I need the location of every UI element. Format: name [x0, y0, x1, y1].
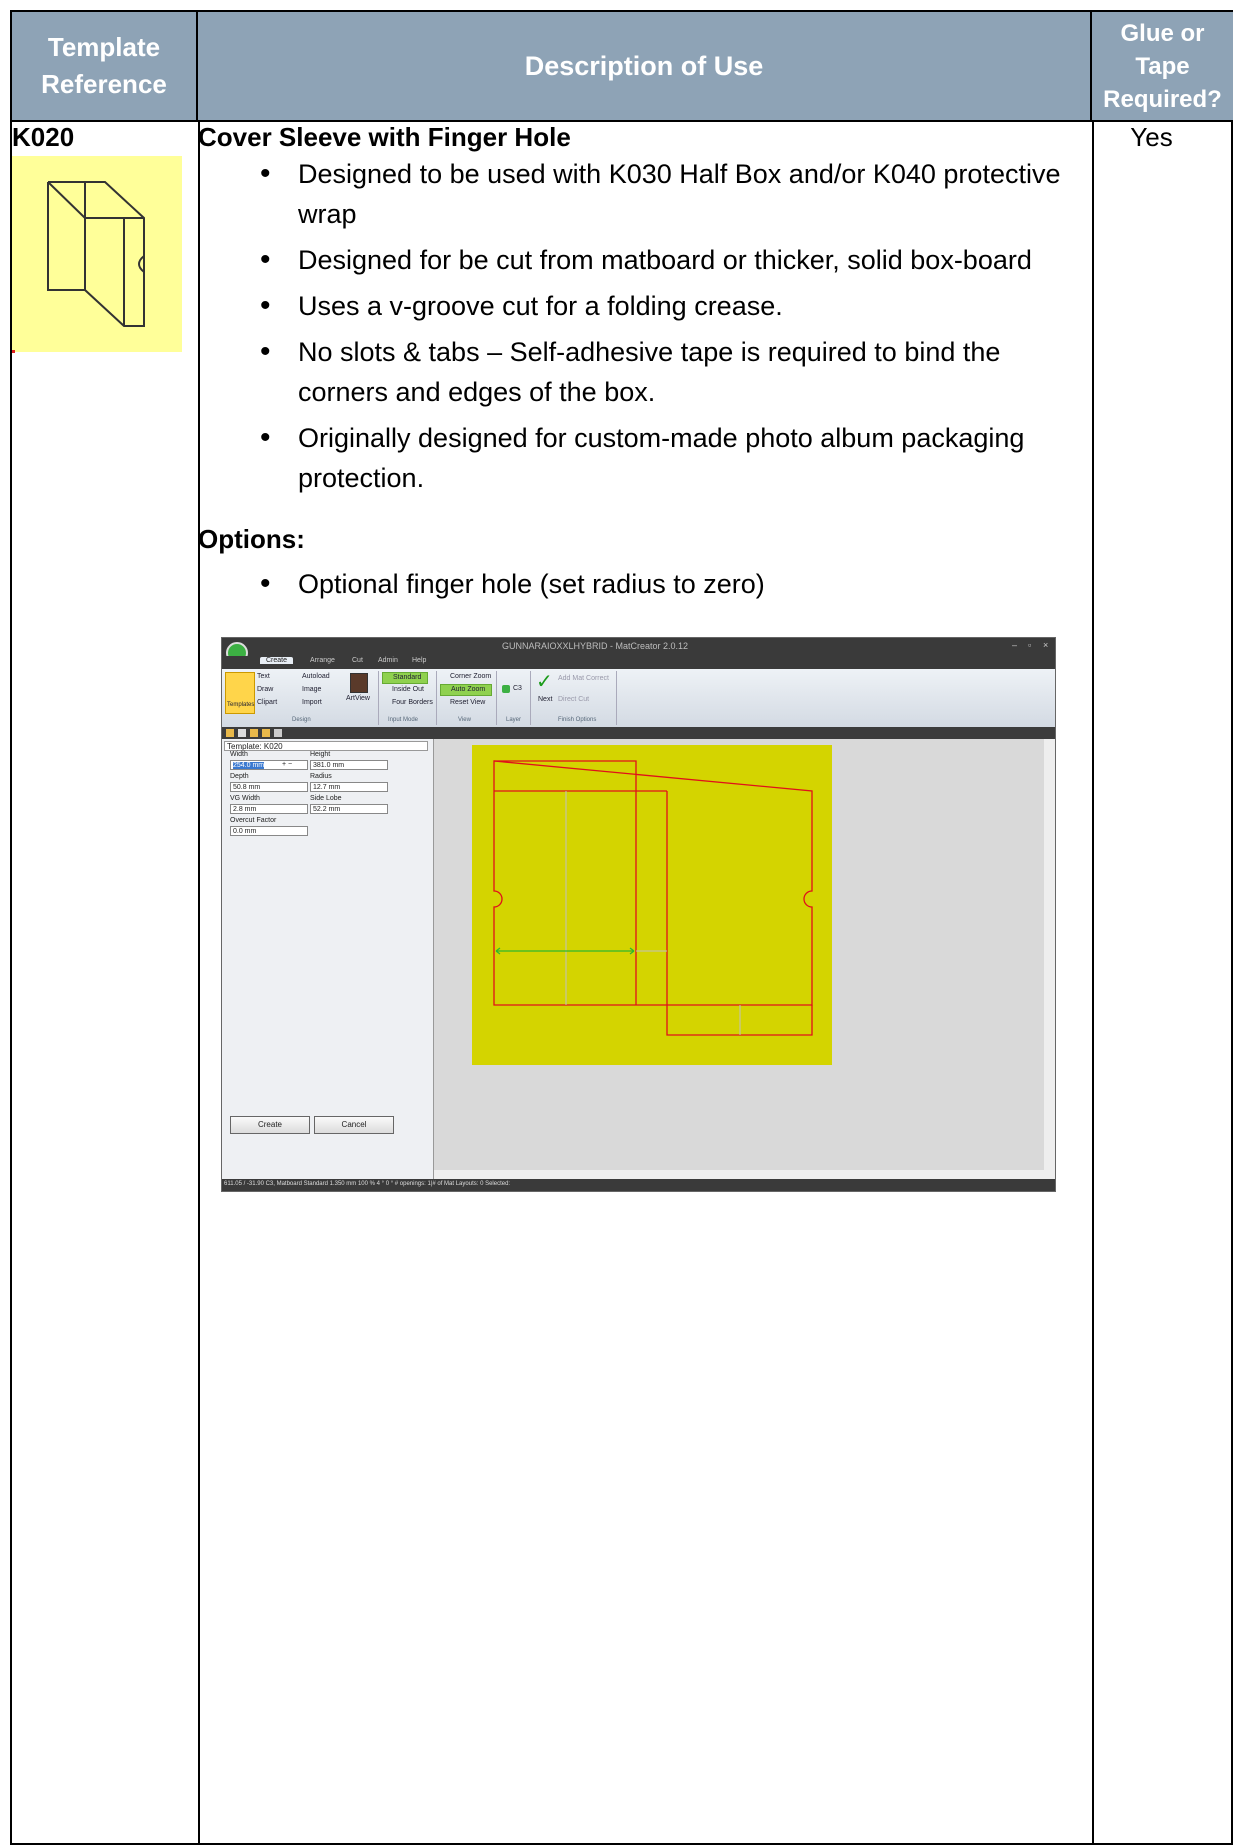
minimize-icon[interactable]: – — [1012, 640, 1017, 650]
list-item: Optional finger hole (set radius to zero… — [200, 564, 1080, 604]
red-mark — [12, 350, 15, 353]
depth-field[interactable]: 50.8 mm — [230, 782, 308, 792]
divider — [616, 671, 617, 725]
options-bullets: Optional finger hole (set radius to zero… — [200, 550, 1080, 604]
reset-view-button[interactable]: Reset View — [450, 699, 485, 706]
tool-icon[interactable] — [226, 729, 234, 737]
templates-button[interactable]: Templates — [225, 672, 255, 714]
height-field[interactable]: 381.0 mm — [310, 760, 388, 770]
design-canvas[interactable] — [434, 739, 1044, 1179]
draw-button[interactable]: Draw — [257, 686, 273, 693]
header-glue-or-tape: Glue or Tape Required? — [1092, 12, 1233, 120]
template-properties-panel: Template: K020 Width 254.0 mm + − Height… — [222, 739, 434, 1179]
tab-help[interactable]: Help — [412, 657, 426, 664]
height-label: Height — [310, 751, 331, 758]
tool-icon[interactable] — [274, 729, 282, 737]
list-item: Designed for be cut from matboard or thi… — [200, 240, 1080, 280]
inside-out-button[interactable]: Inside Out — [392, 686, 424, 693]
glue-required-value: Yes — [1130, 122, 1173, 152]
template-reference: K020 — [12, 122, 75, 152]
ribbon: Templates Text Autoload Draw Image Clipa… — [222, 669, 1055, 728]
artview-icon[interactable] — [350, 673, 368, 693]
group-input-mode: Input Mode — [388, 717, 419, 723]
vertical-scrollbar[interactable] — [1044, 739, 1055, 1179]
overcut-field[interactable]: 0.0 mm — [230, 826, 308, 836]
app-title-bar: GUNNARAIOXXLHYBRID - MatCreator 2.0.12 –… — [222, 638, 1055, 656]
next-button[interactable]: Next — [538, 696, 552, 703]
matboard — [472, 745, 832, 1065]
clipart-button[interactable]: Clipart — [257, 699, 277, 706]
description-title: Cover Sleeve with Finger Hole — [198, 122, 571, 152]
stepper-icon[interactable]: + − — [282, 761, 292, 768]
side-lobe-label: Side Lobe — [310, 795, 342, 802]
side-lobe-field[interactable]: 52.2 mm — [310, 804, 388, 814]
close-icon[interactable]: × — [1043, 640, 1048, 650]
tool-icon[interactable] — [262, 729, 270, 737]
radius-label: Radius — [310, 773, 332, 780]
maximize-icon[interactable]: ▫ — [1028, 640, 1031, 650]
depth-label: Depth — [230, 773, 249, 780]
description-bullets: Designed to be used with K030 Half Box a… — [200, 150, 1080, 504]
width-field[interactable]: 254.0 mm — [230, 760, 308, 770]
list-item: No slots & tabs – Self-adhesive tape is … — [200, 332, 1080, 412]
layer-select[interactable]: C3 — [513, 685, 522, 692]
header-divider — [12, 120, 1233, 122]
artview-button[interactable]: ArtView — [346, 695, 370, 702]
tab-arrange[interactable]: Arrange — [310, 657, 335, 664]
divider — [530, 671, 531, 725]
tab-admin[interactable]: Admin — [378, 657, 398, 664]
vg-width-label: VG Width — [230, 795, 260, 802]
text-button[interactable]: Text — [257, 673, 270, 680]
cancel-button[interactable]: Cancel — [314, 1116, 394, 1134]
list-item: Originally designed for custom-made phot… — [200, 418, 1080, 498]
vg-width-field[interactable]: 2.8 mm — [230, 804, 308, 814]
horizontal-scrollbar[interactable] — [434, 1170, 1044, 1179]
corner-zoom-button[interactable]: Corner Zoom — [450, 673, 491, 680]
column-divider — [1092, 120, 1094, 1845]
tool-icon[interactable] — [238, 729, 246, 737]
quick-toolbar — [222, 727, 1055, 739]
autoload-button[interactable]: Autoload — [302, 673, 330, 680]
group-design: Design — [292, 717, 311, 723]
template-name: Template: K020 — [224, 741, 428, 751]
image-button[interactable]: Image — [302, 686, 321, 693]
tab-cut[interactable]: Cut — [352, 657, 363, 664]
matcreator-screenshot: GUNNARAIOXXLHYBRID - MatCreator 2.0.12 –… — [221, 637, 1056, 1192]
radius-field[interactable]: 12.7 mm — [310, 782, 388, 792]
divider — [496, 671, 497, 725]
ribbon-tabs: Create Arrange Cut Admin Help — [222, 656, 1055, 669]
header-template-reference: Template Reference — [12, 12, 198, 120]
overcut-label: Overcut Factor — [230, 817, 277, 824]
status-bar: 611.05 / -31.90 C3, Matboard Standard 1.… — [222, 1179, 1055, 1191]
status-text: 611.05 / -31.90 C3, Matboard Standard 1.… — [224, 1181, 511, 1187]
divider — [378, 671, 379, 725]
group-finish-options: Finish Options — [558, 717, 597, 723]
tool-icon[interactable] — [250, 729, 258, 737]
create-button[interactable]: Create — [230, 1116, 310, 1134]
list-item: Designed to be used with K030 Half Box a… — [200, 154, 1080, 234]
tab-create[interactable]: Create — [260, 657, 294, 664]
layer-color-icon — [502, 685, 510, 693]
list-item: Uses a v-groove cut for a folding crease… — [200, 286, 1080, 326]
checkmark-icon: ✓ — [536, 671, 553, 693]
group-layer: Layer — [506, 717, 522, 723]
auto-zoom-button[interactable]: Auto Zoom — [440, 684, 492, 696]
header-description: Description of Use — [198, 12, 1092, 120]
width-label: Width — [230, 751, 248, 758]
divider — [436, 671, 437, 725]
four-borders-button[interactable]: Four Borders — [392, 699, 433, 706]
group-view: View — [458, 717, 471, 723]
direct-cut-button[interactable]: Direct Cut — [558, 696, 589, 703]
standard-button[interactable]: Standard — [382, 672, 428, 684]
sleeve-thumbnail-image — [12, 156, 182, 352]
import-button[interactable]: Import — [302, 699, 322, 706]
app-title: GUNNARAIOXXLHYBRID - MatCreator 2.0.12 — [502, 641, 689, 651]
add-mat-correct-button[interactable]: Add Mat Correct — [558, 675, 609, 682]
